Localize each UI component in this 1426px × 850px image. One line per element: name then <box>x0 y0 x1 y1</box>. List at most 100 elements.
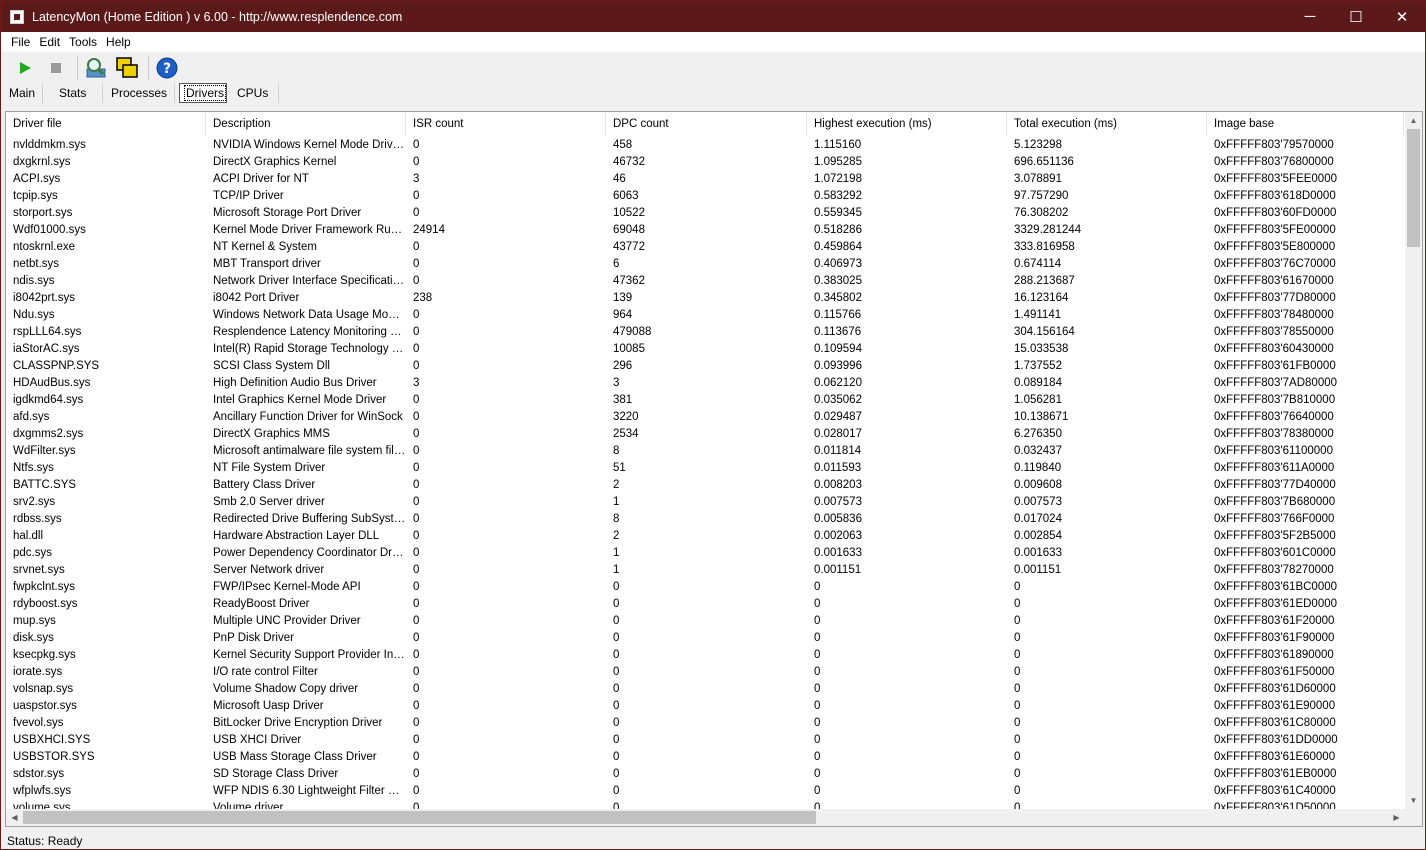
menu-file[interactable]: File <box>7 35 34 49</box>
table-row[interactable]: afd.sys Ancillary Function Driver for Win… <box>6 409 1404 426</box>
magnifier-icon[interactable] <box>82 55 110 81</box>
table-row[interactable]: Wdf01000.sys Kernel Mode Driver Framework… <box>6 222 1404 239</box>
tab-main[interactable]: Main <box>1 83 43 103</box>
drivers-table[interactable]: Driver file Description ISR count DPC co… <box>5 111 1423 827</box>
vertical-scrollbar[interactable]: ▲ ▼ <box>1405 112 1422 809</box>
minimize-button[interactable]: ─ <box>1287 1 1333 32</box>
table-row[interactable]: srv2.sys Smb 2.0 Server driver 0 1 0.007573 0… <box>6 494 1404 511</box>
table-cell: 0xFFFFF803'5FEE0000 <box>1214 173 1337 185</box>
latencymon-window: LatencyMon (Home Edition ) v 6.00 - http… <box>0 0 1426 850</box>
table-cell: 0 <box>613 700 620 712</box>
table-row[interactable]: mup.sys Multiple UNC Provider Driver 0 0 0 0 0… <box>6 613 1404 630</box>
table-cell: 0.345802 <box>814 292 862 304</box>
table-cell: 0 <box>413 530 420 542</box>
table-row[interactable]: dxgkrnl.sys DirectX Graphics Kernel 0 46732… <box>6 154 1404 171</box>
close-button[interactable]: ✕ <box>1379 1 1425 32</box>
scroll-down-arrow-icon[interactable]: ▼ <box>1405 792 1422 809</box>
table-row[interactable]: HDAudBus.sys High Definition Audio Bus Dr… <box>6 375 1404 392</box>
table-cell: 0.001633 <box>1014 547 1062 559</box>
table-cell: 97.757290 <box>1014 190 1069 202</box>
table-row[interactable]: hal.dll Hardware Abstraction Layer DLL 0 2 0… <box>6 528 1404 545</box>
stop-icon[interactable] <box>42 55 70 81</box>
table-row[interactable]: dxgmms2.sys DirectX Graphics MMS 0 2534 0.02… <box>6 426 1404 443</box>
menu-help[interactable]: Help <box>102 35 135 49</box>
table-row[interactable]: WdFilter.sys Microsoft antimalware file s… <box>6 443 1404 460</box>
column-header-image-base[interactable]: Image base <box>1207 112 1404 136</box>
table-row[interactable]: rspLLL64.sys Resplendence Latency Monitor… <box>6 324 1404 341</box>
table-row[interactable]: Ndu.sys Windows Network Data Usage Monito… <box>6 307 1404 324</box>
table-row[interactable]: storport.sys Microsoft Storage Port Drive… <box>6 205 1404 222</box>
table-cell: 0.093996 <box>814 360 862 372</box>
column-header-dpc-count[interactable]: DPC count <box>606 112 807 136</box>
table-cell: 0.017024 <box>1014 513 1062 525</box>
table-cell: 0.119840 <box>1014 462 1062 474</box>
table-row[interactable]: netbt.sys MBT Transport driver 0 6 0.406973 0… <box>6 256 1404 273</box>
table-row[interactable]: srvnet.sys Server Network driver 0 1 0.00115… <box>6 562 1404 579</box>
table-row[interactable]: fwpkclnt.sys FWP/IPsec Kernel-Mode API 0 0 0… <box>6 579 1404 596</box>
table-cell: 0 <box>1014 649 1021 661</box>
horizontal-scroll-thumb[interactable] <box>23 811 816 824</box>
table-row[interactable]: i8042prt.sys i8042 Port Driver 238 139 0.345… <box>6 290 1404 307</box>
table-cell: 0xFFFFF803'7B680000 <box>1214 496 1336 508</box>
table-cell: 381 <box>613 394 633 406</box>
menu-tools[interactable]: Tools <box>65 35 101 49</box>
table-cell: 0xFFFFF803'61BC0000 <box>1214 581 1338 593</box>
table-row[interactable]: rdbss.sys Redirected Drive Buffering SubS… <box>6 511 1404 528</box>
windows-icon[interactable] <box>113 55 141 81</box>
table-cell: I/O rate control Filter <box>213 666 318 678</box>
table-row[interactable]: iorate.sys I/O rate control Filter 0 0 0 0 0xF… <box>6 664 1404 681</box>
horizontal-scrollbar[interactable]: ◀ ▶ <box>6 809 1422 826</box>
column-header-isr-count[interactable]: ISR count <box>406 112 606 136</box>
table-cell: dxgmms2.sys <box>13 428 84 440</box>
tab-processes[interactable]: Processes <box>103 83 175 103</box>
table-row[interactable]: sdstor.sys SD Storage Class Driver 0 0 0 0 0xF… <box>6 766 1404 783</box>
table-cell: 0 <box>613 683 620 695</box>
maximize-button[interactable]: ☐ <box>1333 1 1379 32</box>
help-icon[interactable]: ? <box>153 55 181 81</box>
table-row[interactable]: BATTC.SYS Battery Class Driver 0 2 0.008203 0… <box>6 477 1404 494</box>
scroll-right-arrow-icon[interactable]: ▶ <box>1388 809 1405 826</box>
scroll-left-arrow-icon[interactable]: ◀ <box>6 809 23 826</box>
title-bar[interactable]: LatencyMon (Home Edition ) v 6.00 - http… <box>1 1 1425 32</box>
table-row[interactable]: iaStorAC.sys Intel(R) Rapid Storage Techn… <box>6 341 1404 358</box>
table-row[interactable]: tcpip.sys TCP/IP Driver 0 6063 0.583292 97.75… <box>6 188 1404 205</box>
table-cell: uaspstor.sys <box>13 700 77 712</box>
table-cell: 0xFFFFF803'61EB0000 <box>1214 768 1337 780</box>
table-cell: Multiple UNC Provider Driver <box>213 615 361 627</box>
table-row[interactable]: fvevol.sys BitLocker Drive Encryption Dri… <box>6 715 1404 732</box>
table-cell: 0xFFFFF803'618D0000 <box>1214 190 1336 202</box>
menu-edit[interactable]: Edit <box>35 35 64 49</box>
scroll-up-arrow-icon[interactable]: ▲ <box>1405 112 1422 129</box>
table-row[interactable]: rdyboost.sys ReadyBoost Driver 0 0 0 0 0xFFFFF… <box>6 596 1404 613</box>
column-header-description[interactable]: Description <box>206 112 406 136</box>
table-row[interactable]: pdc.sys Power Dependency Coordinator Driv… <box>6 545 1404 562</box>
vertical-scroll-thumb[interactable] <box>1407 129 1420 247</box>
table-cell: Ancillary Function Driver for WinSock <box>213 411 403 423</box>
play-icon[interactable] <box>11 55 39 81</box>
table-row[interactable]: wfplwfs.sys WFP NDIS 6.30 Lightweight Fil… <box>6 783 1404 800</box>
table-row[interactable]: ntoskrnl.exe NT Kernel & System 0 43772 0.45… <box>6 239 1404 256</box>
tab-cpus[interactable]: CPUs <box>227 83 279 103</box>
table-cell: 479088 <box>613 326 652 338</box>
table-cell: 0 <box>413 139 420 151</box>
table-row[interactable]: nvlddmkm.sys NVIDIA Windows Kernel Mode D… <box>6 137 1404 154</box>
table-row[interactable]: ndis.sys Network Driver Interface Specifi… <box>6 273 1404 290</box>
table-row[interactable]: ACPI.sys ACPI Driver for NT 3 46 1.072198 3.0… <box>6 171 1404 188</box>
table-row[interactable]: ksecpkg.sys Kernel Security Support Provi… <box>6 647 1404 664</box>
table-row[interactable]: disk.sys PnP Disk Driver 0 0 0 0 0xFFFFF803'61… <box>6 630 1404 647</box>
tab-drivers[interactable]: Drivers <box>179 83 227 103</box>
table-row[interactable]: igdkmd64.sys Intel Graphics Kernel Mode D… <box>6 392 1404 409</box>
column-header-total-execution[interactable]: Total execution (ms) <box>1007 112 1207 136</box>
tab-stats[interactable]: Stats <box>43 83 103 103</box>
table-row[interactable]: CLASSPNP.SYS SCSI Class System Dll 0 296 0.0… <box>6 358 1404 375</box>
column-header-highest-execution[interactable]: Highest execution (ms) <box>807 112 1007 136</box>
table-cell: Redirected Drive Buffering SubSystem Dri… <box>213 513 406 525</box>
table-row[interactable]: uaspstor.sys Microsoft Uasp Driver 0 0 0 0 0xF… <box>6 698 1404 715</box>
table-row[interactable]: USBSTOR.SYS USB Mass Storage Class Driver… <box>6 749 1404 766</box>
table-row[interactable]: USBXHCI.SYS USB XHCI Driver 0 0 0 0 0xFFFFF803… <box>6 732 1404 749</box>
column-header-driver-file[interactable]: Driver file <box>6 112 206 136</box>
table-cell: Intel Graphics Kernel Mode Driver <box>213 394 387 406</box>
table-row[interactable]: volsnap.sys Volume Shadow Copy driver 0 0 0 0… <box>6 681 1404 698</box>
table-cell: Microsoft antimalware file system filter… <box>213 445 406 457</box>
table-row[interactable]: Ntfs.sys NT File System Driver 0 51 0.011593… <box>6 460 1404 477</box>
